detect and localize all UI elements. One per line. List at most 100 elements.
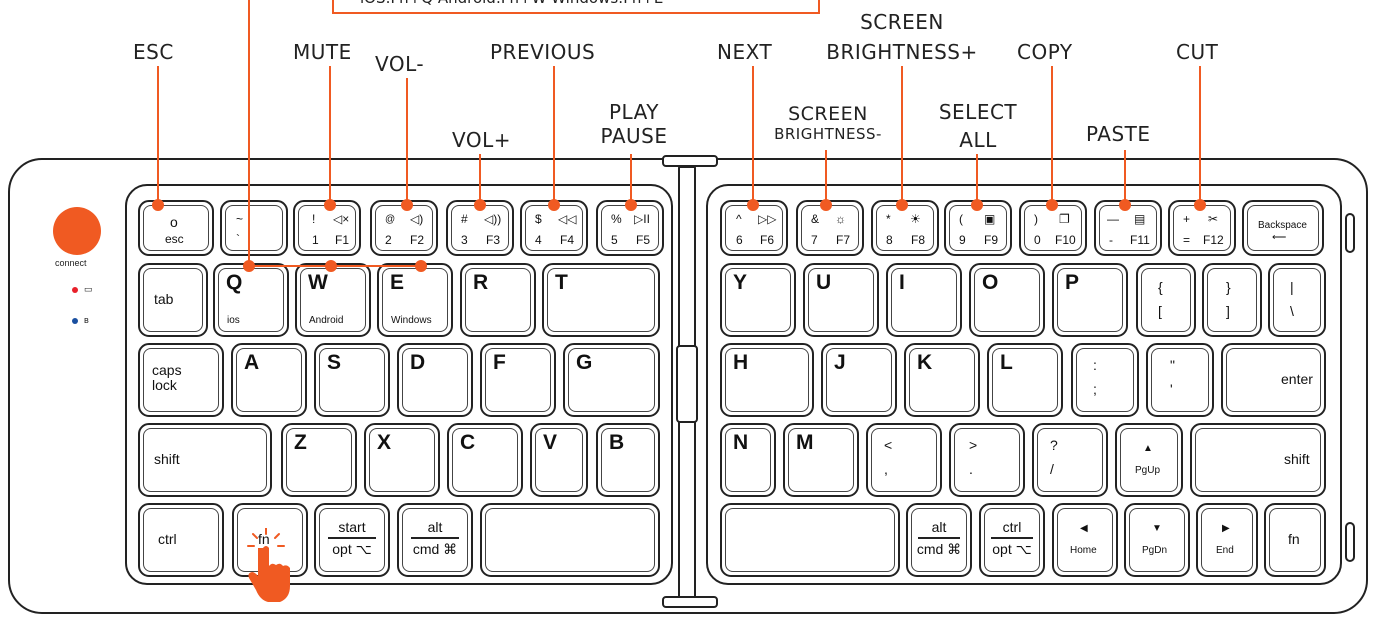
key-quote[interactable]: " '	[1146, 343, 1214, 417]
key-x[interactable]: X	[364, 423, 440, 497]
marker-cut	[1194, 199, 1206, 211]
leader-mute	[329, 66, 331, 204]
key-esc[interactable]: o esc	[138, 200, 214, 256]
key-t[interactable]: T	[542, 263, 660, 337]
marker-brightness-up	[896, 199, 908, 211]
key-e[interactable]: E Windows	[377, 263, 453, 337]
leader-cut	[1199, 66, 1201, 204]
key-s[interactable]: S	[314, 343, 390, 417]
leader-brightness-up	[901, 66, 903, 204]
copy-icon: ❐	[1059, 212, 1070, 226]
cut-icon: ✂	[1208, 212, 1219, 226]
key-v[interactable]: V	[530, 423, 588, 497]
leader-previous	[553, 66, 555, 204]
up-arrow-icon: ▲	[1143, 443, 1153, 454]
key-space-right[interactable]	[720, 503, 900, 577]
marker-mute	[324, 199, 336, 211]
key-bracket-right[interactable]: } ]	[1202, 263, 1262, 337]
key-shift-right[interactable]: shift	[1190, 423, 1326, 497]
leader-play-pause	[630, 154, 632, 204]
key-o[interactable]: O	[969, 263, 1045, 337]
key-l[interactable]: L	[987, 343, 1063, 417]
marker-next	[747, 199, 759, 211]
marker-vol-up	[474, 199, 486, 211]
select-all-icon: ▣	[984, 212, 996, 226]
key-alt-cmd-left[interactable]: alt cmd ⌘	[397, 503, 473, 577]
volume-down-icon: ◁)	[410, 212, 424, 226]
key-w[interactable]: W Android	[295, 263, 371, 337]
key-f[interactable]: F	[480, 343, 556, 417]
side-tab-top	[1345, 213, 1355, 253]
hinge-center	[676, 345, 698, 423]
leader-next	[752, 66, 754, 204]
key-p[interactable]: P	[1052, 263, 1128, 337]
key-start-opt[interactable]: start opt ⌥	[314, 503, 390, 577]
key-y[interactable]: Y	[720, 263, 796, 337]
key-enter[interactable]: enter	[1221, 343, 1326, 417]
marker-previous	[548, 199, 560, 211]
callout-esc: ESC	[133, 40, 174, 64]
play-pause-icon: ▷II	[634, 212, 650, 226]
key-alt-cmd-right[interactable]: alt cmd ⌘	[906, 503, 972, 577]
key-shift-left[interactable]: shift	[138, 423, 272, 497]
key-comma[interactable]: < ,	[866, 423, 942, 497]
key-z[interactable]: Z	[281, 423, 357, 497]
callout-cut: CUT	[1176, 40, 1219, 64]
key-g[interactable]: G	[563, 343, 660, 417]
key-backslash[interactable]: | \	[1268, 263, 1326, 337]
callout-next: NEXT	[717, 40, 773, 64]
callout-paste: PASTE	[1086, 122, 1151, 146]
key-b[interactable]: B	[596, 423, 660, 497]
key-space-left[interactable]	[480, 503, 660, 577]
brightness-down-icon: ☼	[835, 212, 846, 226]
key-n[interactable]: N	[720, 423, 776, 497]
callout-brightness-up: SCREEN BRIGHTNESS+	[826, 10, 978, 64]
leader-esc	[157, 66, 159, 204]
leader-vol-down	[406, 78, 408, 204]
side-tab-bottom	[1345, 522, 1355, 562]
leader-paste	[1124, 150, 1126, 204]
key-right-end[interactable]: ▶ End	[1196, 503, 1258, 577]
connect-button[interactable]	[53, 207, 101, 255]
key-down-pgdn[interactable]: ▼ PgDn	[1124, 503, 1190, 577]
marker-brightness-down	[820, 199, 832, 211]
key-period[interactable]: > .	[949, 423, 1025, 497]
leader-brightness-down	[825, 150, 827, 204]
key-semicolon[interactable]: : ;	[1071, 343, 1139, 417]
key-caps-lock[interactable]: caps lock	[138, 343, 224, 417]
os-shortcut-box: iOS:Fn+Q Android:Fn+W Windows:Fn+E	[332, 0, 820, 14]
key-left-home[interactable]: ◀ Home	[1052, 503, 1118, 577]
key-c[interactable]: C	[447, 423, 523, 497]
callout-mute: MUTE	[293, 40, 352, 64]
key-slash[interactable]: ? /	[1032, 423, 1108, 497]
leader-select-all	[976, 154, 978, 204]
key-a[interactable]: A	[231, 343, 307, 417]
key-k[interactable]: K	[904, 343, 980, 417]
key-d[interactable]: D	[397, 343, 473, 417]
key-m[interactable]: M	[783, 423, 859, 497]
key-h[interactable]: H	[720, 343, 814, 417]
key-ctrl-left[interactable]: ctrl	[138, 503, 224, 577]
key-j[interactable]: J	[821, 343, 897, 417]
bluetooth-led	[72, 318, 78, 324]
down-arrow-icon: ▼	[1152, 523, 1162, 534]
callout-previous: PREVIOUS	[490, 40, 596, 64]
marker-e	[415, 260, 427, 272]
key-u[interactable]: U	[803, 263, 879, 337]
key-fn-right[interactable]: fn	[1264, 503, 1326, 577]
key-up-pgup[interactable]: ▲ PgUp	[1115, 423, 1183, 497]
marker-play-pause	[625, 199, 637, 211]
key-backspace[interactable]: Backspace ⟵	[1242, 200, 1324, 256]
callout-select-all: SELECT ALL	[938, 100, 1018, 152]
leader-os-shortcut	[248, 0, 250, 266]
marker-copy	[1046, 199, 1058, 211]
key-i[interactable]: I	[886, 263, 962, 337]
callout-vol-down: VOL-	[375, 52, 425, 76]
key-r[interactable]: R	[460, 263, 536, 337]
key-ctrl-opt-right[interactable]: ctrl opt ⌥	[979, 503, 1045, 577]
key-bracket-left[interactable]: { [	[1136, 263, 1196, 337]
right-arrow-icon: ▶	[1222, 523, 1230, 534]
key-q[interactable]: Q ios	[213, 263, 289, 337]
key-tab[interactable]: tab	[138, 263, 208, 337]
key-backtick[interactable]: ~ `	[220, 200, 288, 256]
